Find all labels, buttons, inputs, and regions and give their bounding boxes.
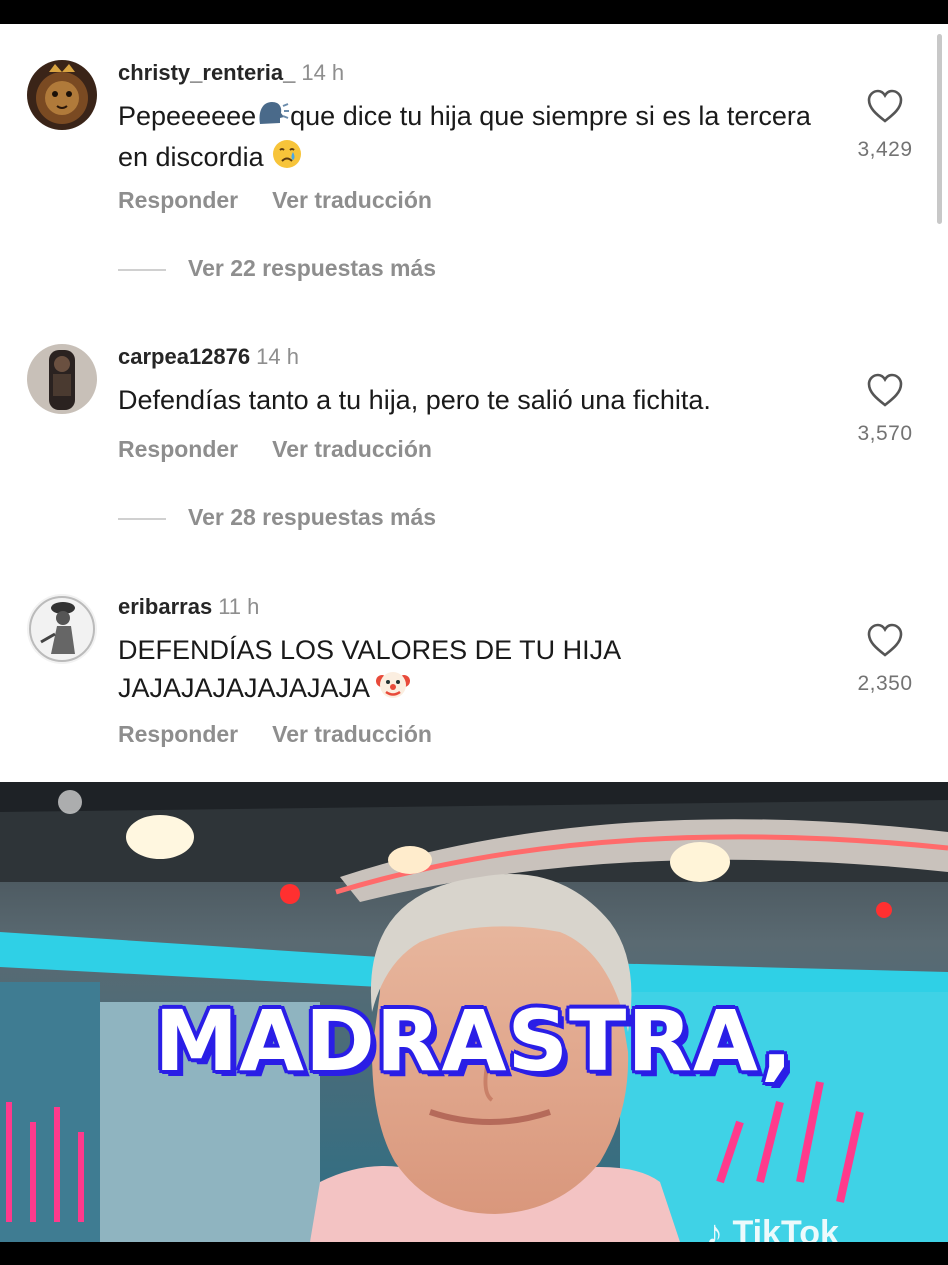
- timestamp: 11 h: [218, 594, 260, 619]
- comment-text-part: JAJAJAJAJAJAJAJA: [118, 673, 369, 704]
- translate-button[interactable]: Ver traducción: [272, 721, 432, 747]
- reply-button[interactable]: Responder: [118, 436, 238, 462]
- like-control: 3,429: [852, 88, 918, 162]
- video-player[interactable]: MADRASTRA, ♪ TikTok: [0, 782, 948, 1242]
- reply-button[interactable]: Responder: [118, 721, 238, 747]
- comment-actions: Responder Ver traducción: [118, 187, 466, 214]
- reply-button[interactable]: Responder: [118, 187, 238, 213]
- comments-panel[interactable]: christy_renteria_ 14 h Pepeeeeee que dice …: [0, 24, 948, 782]
- avatar[interactable]: [27, 60, 97, 130]
- bottom-bar: [0, 1242, 948, 1265]
- view-replies-button[interactable]: Ver 28 respuestas más: [118, 504, 436, 531]
- avatar[interactable]: [27, 594, 97, 664]
- translate-button[interactable]: Ver traducción: [272, 187, 432, 213]
- like-control: 2,350: [852, 622, 918, 696]
- top-status-bar: [0, 0, 948, 24]
- view-replies-label: Ver 22 respuestas más: [188, 255, 437, 281]
- username[interactable]: eribarras: [118, 594, 212, 619]
- video-caption: MADRASTRA,: [154, 992, 794, 1090]
- speaking-head-icon: [256, 98, 290, 138]
- heart-icon[interactable]: [866, 372, 904, 408]
- comment-actions: Responder Ver traducción: [118, 721, 466, 748]
- comment-text-line: DEFENDÍAS LOS VALORES DE TU HIJA: [118, 635, 622, 665]
- scrollbar[interactable]: [937, 34, 942, 224]
- clown-face-icon: [376, 669, 411, 711]
- crying-face-icon: [271, 138, 303, 180]
- comment-text: DEFENDÍAS LOS VALORES DE TU HIJA JAJAJAJ…: [118, 632, 818, 711]
- comment-header: christy_renteria_ 14 h: [118, 60, 344, 86]
- comment-text-line-2: JAJAJAJAJAJAJAJA: [118, 669, 818, 711]
- replies-divider: [118, 268, 166, 271]
- username[interactable]: christy_renteria_: [118, 60, 295, 85]
- watermark-text: TikTok: [732, 1214, 839, 1242]
- replies-divider: [118, 517, 166, 520]
- comment-actions: Responder Ver traducción: [118, 436, 466, 463]
- comment-text: Pepeeeeee que dice tu hija que siempre si…: [118, 98, 818, 180]
- comment-text-part: Pepeeeeee: [118, 101, 257, 132]
- tiktok-watermark: ♪ TikTok: [706, 1214, 839, 1242]
- heart-icon[interactable]: [866, 88, 904, 124]
- username[interactable]: carpea12876: [118, 344, 250, 369]
- heart-icon[interactable]: [866, 622, 904, 658]
- like-control: 3,570: [852, 372, 918, 446]
- like-count: 3,429: [857, 138, 913, 161]
- comment-header: carpea12876 14 h: [118, 344, 299, 370]
- timestamp: 14 h: [256, 344, 299, 369]
- comment-text: Defendías tanto a tu hija, pero te salió…: [118, 385, 711, 415]
- tiktok-logo-icon: ♪: [706, 1214, 723, 1242]
- translate-button[interactable]: Ver traducción: [272, 436, 432, 462]
- timestamp: 14 h: [301, 60, 345, 85]
- comment-header: eribarras 11 h: [118, 594, 259, 620]
- avatar[interactable]: [27, 344, 97, 414]
- like-count: 2,350: [857, 672, 913, 695]
- view-replies-button[interactable]: Ver 22 respuestas más: [118, 255, 436, 282]
- like-count: 3,570: [857, 422, 913, 445]
- view-replies-label: Ver 28 respuestas más: [188, 504, 437, 530]
